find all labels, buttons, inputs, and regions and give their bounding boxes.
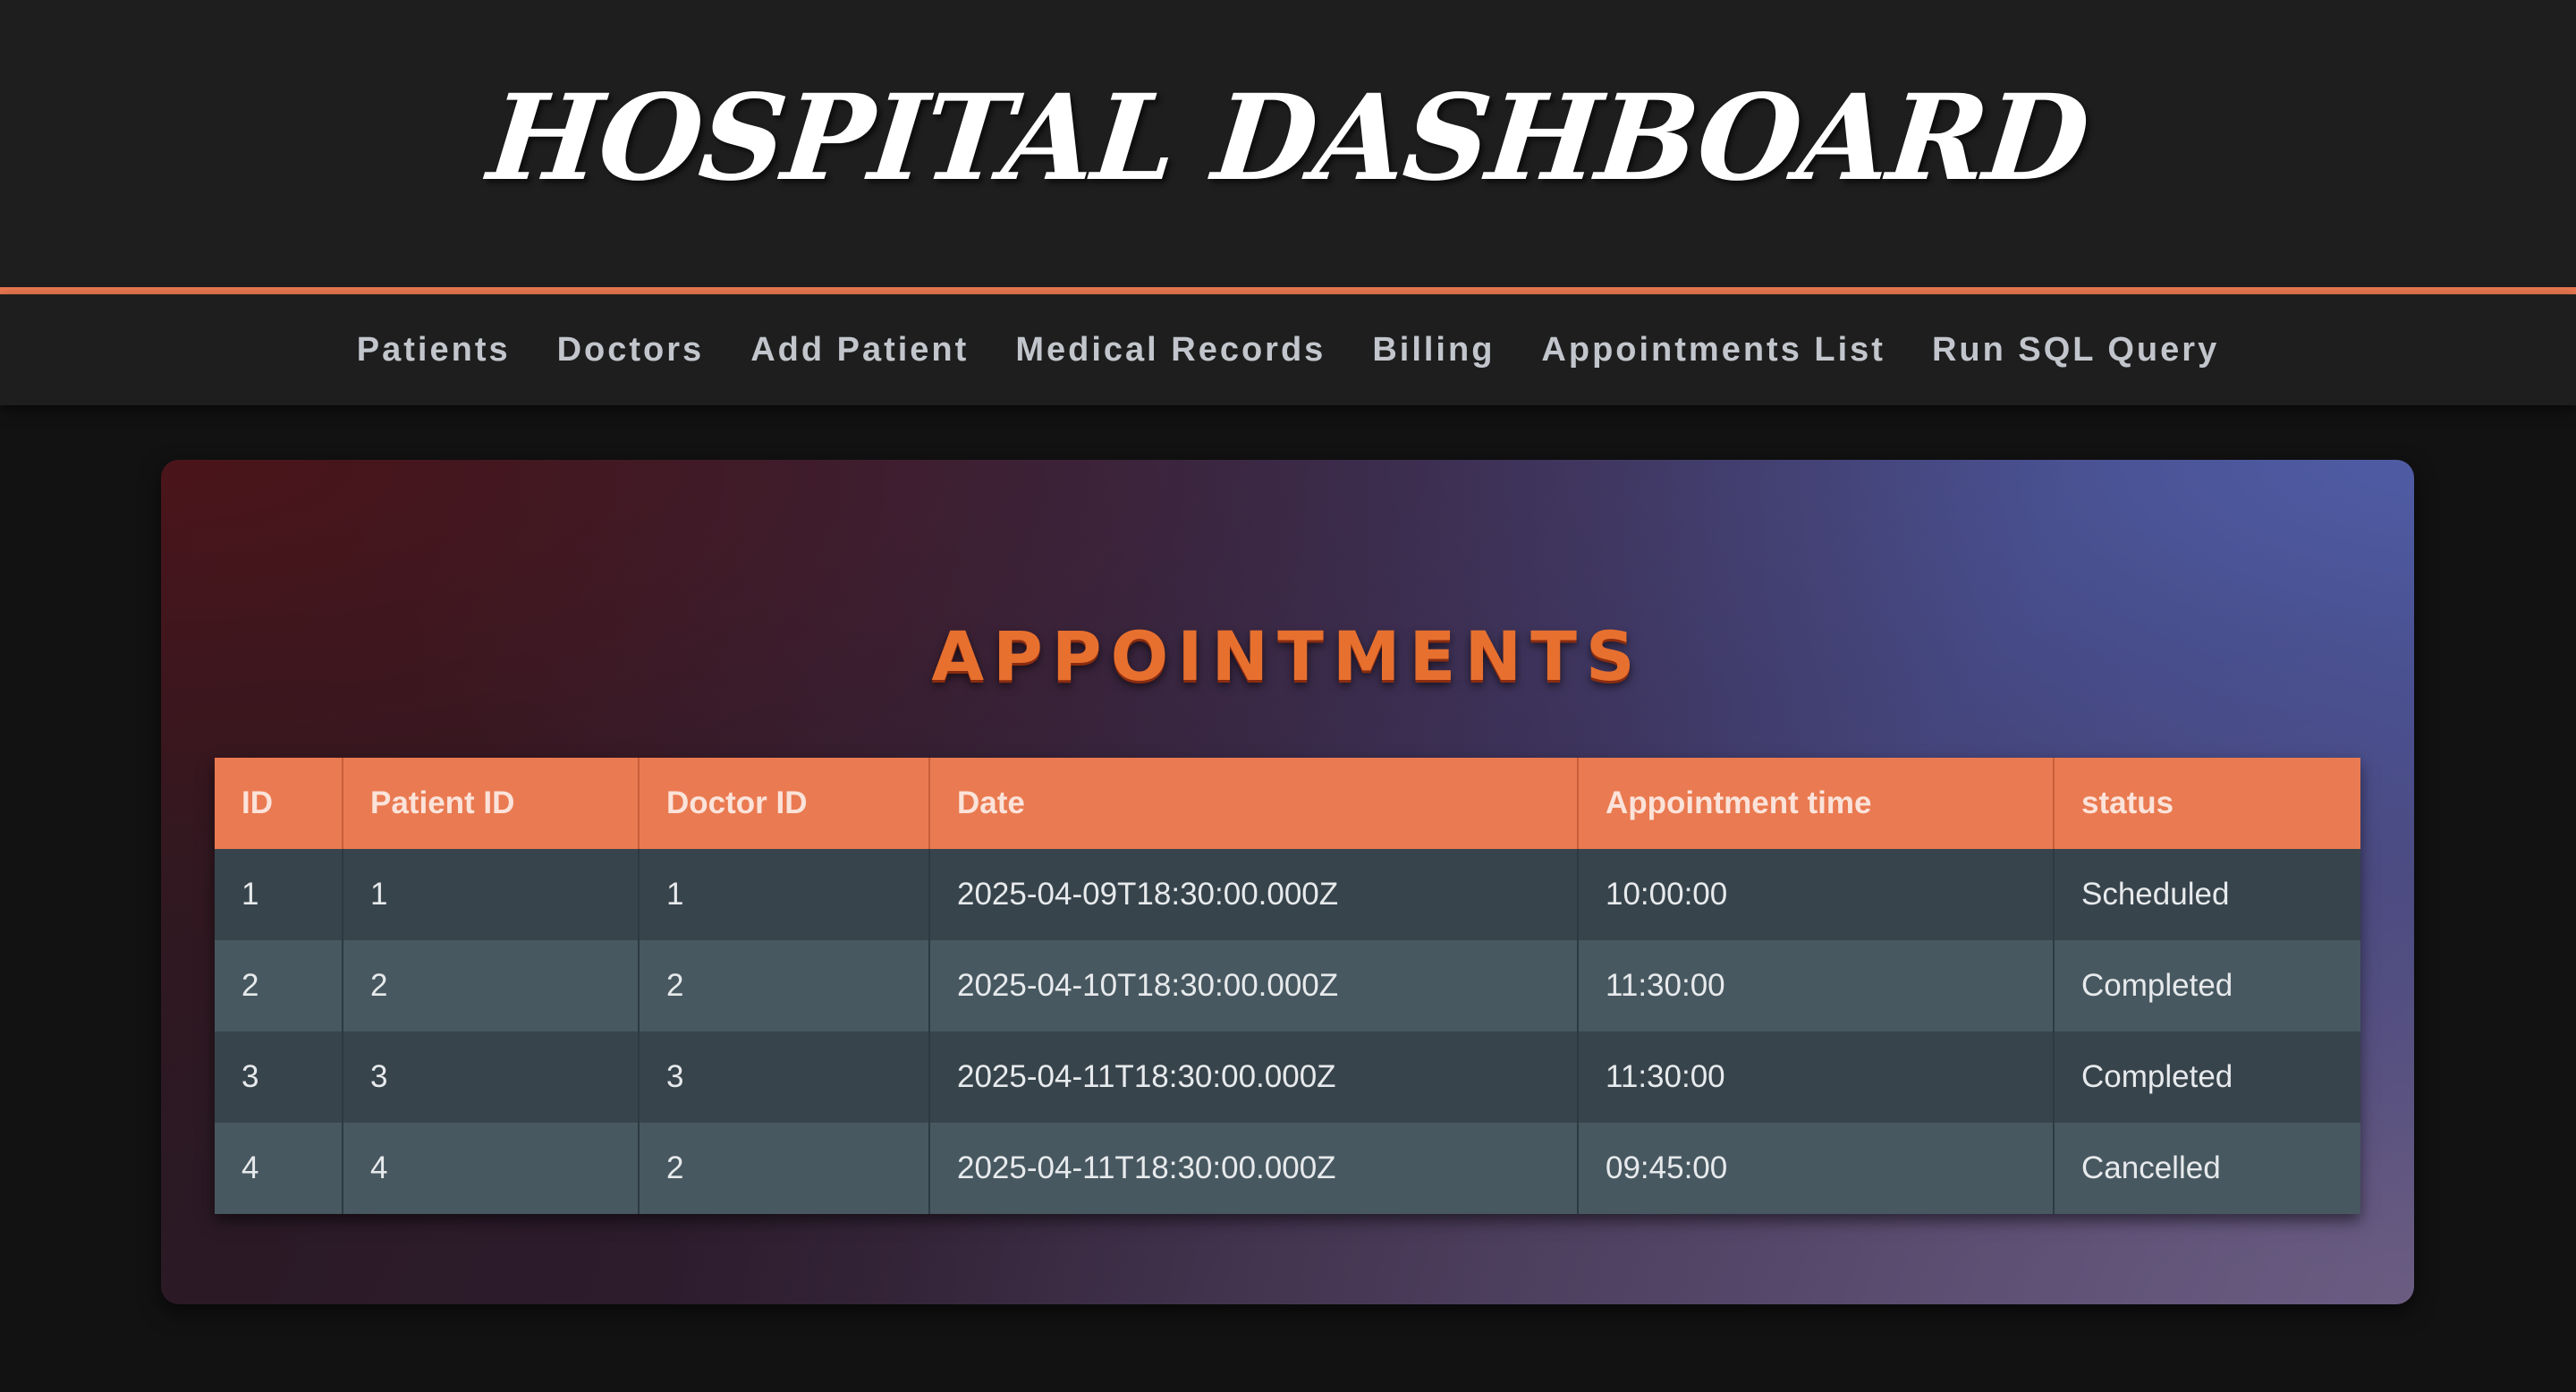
cell-date: 2025-04-11T18:30:00.000Z — [929, 1123, 1579, 1214]
cell-patient-id: 2 — [343, 940, 640, 1031]
cell-status: Scheduled — [2054, 849, 2360, 940]
cell-date: 2025-04-09T18:30:00.000Z — [929, 849, 1579, 940]
column-header-date: Date — [929, 758, 1579, 849]
table-row: 3 3 3 2025-04-11T18:30:00.000Z 11:30:00 … — [215, 1031, 2360, 1123]
cell-patient-id: 1 — [343, 849, 640, 940]
column-header-status: status — [2054, 758, 2360, 849]
nav-link-run-sql-query[interactable]: Run SQL Query — [1932, 331, 2219, 369]
appointments-panel: APPOINTMENTS ID Patient ID Doctor ID Dat… — [161, 460, 2414, 1304]
page-title: HOSPITAL DASHBOARD — [482, 69, 2094, 208]
nav-link-patients[interactable]: Patients — [357, 331, 511, 369]
table-row: 2 2 2 2025-04-10T18:30:00.000Z 11:30:00 … — [215, 940, 2360, 1031]
nav-link-doctors[interactable]: Doctors — [557, 331, 705, 369]
cell-doctor-id: 3 — [639, 1031, 930, 1123]
column-header-patient-id: Patient ID — [343, 758, 640, 849]
cell-doctor-id: 1 — [639, 849, 930, 940]
header-divider — [0, 287, 2576, 294]
cell-appointment-time: 10:00:00 — [1578, 849, 2055, 940]
nav-link-billing[interactable]: Billing — [1372, 331, 1495, 369]
cell-patient-id: 4 — [343, 1123, 640, 1214]
cell-appointment-time: 11:30:00 — [1578, 940, 2055, 1031]
nav-link-add-patient[interactable]: Add Patient — [750, 331, 969, 369]
nav-link-medical-records[interactable]: Medical Records — [1015, 331, 1326, 369]
cell-date: 2025-04-10T18:30:00.000Z — [929, 940, 1579, 1031]
cell-id: 4 — [215, 1123, 343, 1214]
column-header-appointment-time: Appointment time — [1578, 758, 2055, 849]
table-header-row: ID Patient ID Doctor ID Date Appointment… — [215, 758, 2360, 849]
nav-link-appointments-list[interactable]: Appointments List — [1541, 331, 1885, 369]
table-row: 4 4 2 2025-04-11T18:30:00.000Z 09:45:00 … — [215, 1123, 2360, 1214]
cell-date: 2025-04-11T18:30:00.000Z — [929, 1031, 1579, 1123]
appointments-table: ID Patient ID Doctor ID Date Appointment… — [215, 758, 2360, 1214]
cell-status: Completed — [2054, 1031, 2360, 1123]
cell-status: Cancelled — [2054, 1123, 2360, 1214]
cell-appointment-time: 11:30:00 — [1578, 1031, 2055, 1123]
cell-status: Completed — [2054, 940, 2360, 1031]
main-nav: Patients Doctors Add Patient Medical Rec… — [0, 294, 2576, 405]
column-header-doctor-id: Doctor ID — [639, 758, 930, 849]
cell-id: 2 — [215, 940, 343, 1031]
cell-doctor-id: 2 — [639, 940, 930, 1031]
column-header-id: ID — [215, 758, 343, 849]
site-header: HOSPITAL DASHBOARD — [0, 0, 2576, 287]
cell-patient-id: 3 — [343, 1031, 640, 1123]
cell-id: 3 — [215, 1031, 343, 1123]
table-row: 1 1 1 2025-04-09T18:30:00.000Z 10:00:00 … — [215, 849, 2360, 940]
cell-id: 1 — [215, 849, 343, 940]
appointments-title: APPOINTMENTS — [931, 616, 1644, 696]
cell-doctor-id: 2 — [639, 1123, 930, 1214]
cell-appointment-time: 09:45:00 — [1578, 1123, 2055, 1214]
